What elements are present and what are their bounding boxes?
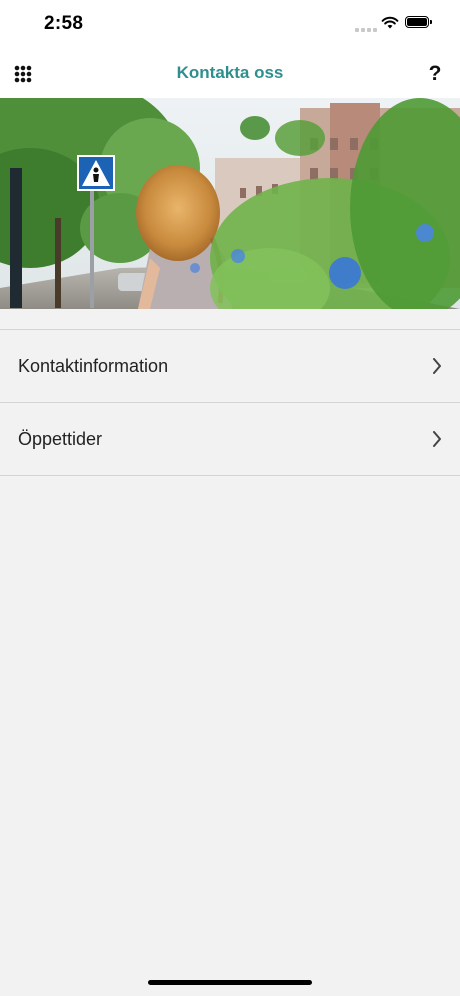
page-title: Kontakta oss <box>176 63 284 82</box>
chevron-right-icon <box>433 431 441 447</box>
list-item-label: Kontaktinformation <box>18 356 169 376</box>
cellular-signal-icon <box>355 27 377 32</box>
menu-list: Kontaktinformation Öppettider <box>0 329 460 476</box>
list-item-oppettider[interactable]: Öppettider <box>0 403 460 476</box>
list-item-label: Öppettider <box>18 429 103 449</box>
home-indicator[interactable] <box>148 980 312 985</box>
wifi-icon <box>381 16 399 29</box>
navigation-bar: Kontakta oss ? <box>0 50 460 98</box>
chevron-right-icon <box>433 358 441 374</box>
list-item-kontaktinformation[interactable]: Kontaktinformation <box>0 330 460 403</box>
status-time: 2:58 <box>44 13 84 34</box>
help-button[interactable]: ? <box>422 60 448 88</box>
status-bar: 2:58 <box>0 0 460 50</box>
hero-image <box>0 98 460 309</box>
battery-icon <box>405 16 432 28</box>
